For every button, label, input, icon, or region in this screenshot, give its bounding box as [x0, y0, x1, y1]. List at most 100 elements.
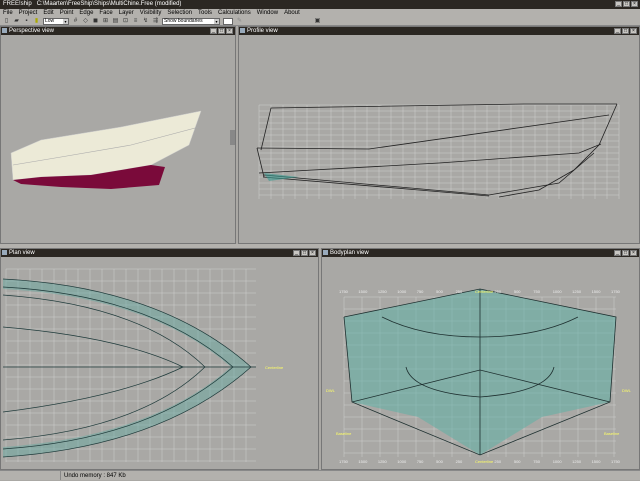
- bodyplan-canvas[interactable]: 1750 1750 1500 1500 1250 1250 1000 1000 750 750 50…: [322, 257, 640, 470]
- menu-face[interactable]: Face: [99, 9, 112, 17]
- tick-label: 1500: [592, 289, 602, 294]
- save-icon[interactable]: ▪: [23, 18, 30, 25]
- view-mode-select[interactable]: Show boundaries ▾: [162, 17, 220, 25]
- tick-label: 500: [436, 459, 443, 464]
- menu-project[interactable]: Project: [19, 9, 38, 17]
- shade-icon[interactable]: ◼: [92, 18, 99, 25]
- menu-tools[interactable]: Tools: [198, 9, 212, 17]
- hull-topside: [10, 110, 202, 181]
- undo-memory: Undo memory : 847 Kb: [60, 471, 126, 480]
- close-button[interactable]: ×: [226, 28, 233, 34]
- menu-edge[interactable]: Edge: [79, 9, 93, 17]
- menu-point[interactable]: Point: [60, 9, 74, 17]
- tick-label: 1500: [592, 459, 602, 464]
- dwl-label-right: DWL: [622, 388, 632, 393]
- tick-label: 500: [436, 289, 443, 294]
- pencil-icon[interactable]: ✎: [236, 18, 243, 25]
- minimize-button[interactable]: _: [293, 250, 300, 256]
- tick-label: 1750: [611, 459, 621, 464]
- tick-label: 500: [514, 459, 521, 464]
- grid-icon[interactable]: #: [72, 18, 79, 25]
- menu-file[interactable]: File: [3, 9, 13, 17]
- close-button[interactable]: ×: [309, 250, 316, 256]
- plan-view[interactable]: Plan view _ □ × Centerline: [0, 248, 319, 470]
- scrollbar[interactable]: [230, 130, 235, 145]
- tick-label: 1250: [378, 289, 388, 294]
- menu-bar: File Project Edit Point Edge Face Layer …: [0, 9, 640, 17]
- menu-visibility[interactable]: Visibility: [140, 9, 162, 17]
- tick-label: 1000: [553, 289, 563, 294]
- tick-label: 1500: [358, 459, 368, 464]
- menu-about[interactable]: About: [284, 9, 300, 17]
- tick-label: 750: [533, 459, 540, 464]
- tick-label: 1000: [397, 459, 407, 464]
- minimize-button[interactable]: _: [210, 28, 217, 34]
- tick-label: 750: [417, 459, 424, 464]
- menu-calculations[interactable]: Calculations: [218, 9, 251, 17]
- perspective-canvas[interactable]: [1, 35, 236, 244]
- lock-icon[interactable]: ▣: [314, 18, 321, 25]
- minimize-button[interactable]: _: [615, 1, 622, 7]
- menu-selection[interactable]: Selection: [167, 9, 192, 17]
- tick-label: 500: [514, 289, 521, 294]
- control-net-icon[interactable]: ⊡: [122, 18, 129, 25]
- profile-canvas[interactable]: [239, 35, 640, 244]
- perspective-view[interactable]: Perspective view _ □ ×: [0, 26, 236, 244]
- flowlines-icon[interactable]: ⇶: [152, 18, 159, 25]
- tick-label: Centerline: [475, 289, 494, 294]
- plan-canvas[interactable]: Centerline: [1, 257, 319, 470]
- new-file-icon[interactable]: ▯: [3, 18, 10, 25]
- wireframe-icon[interactable]: ◇: [82, 18, 89, 25]
- maximize-button[interactable]: □: [622, 250, 629, 256]
- app-name: FREE!ship: [3, 1, 32, 7]
- tick-label: 1750: [339, 289, 349, 294]
- dwl-label-left: DWL: [326, 388, 336, 393]
- bodyplan-view[interactable]: Bodyplan view _ □ × 1750 1750 1500 1500 1250 12…: [321, 248, 640, 470]
- tick-label: 250: [456, 459, 463, 464]
- curvature-icon[interactable]: ⊞: [102, 18, 109, 25]
- tick-label: Centerline: [475, 459, 494, 464]
- close-button[interactable]: ×: [630, 250, 637, 256]
- panel-title: Bodyplan view: [330, 250, 369, 256]
- stations-icon[interactable]: ≡: [132, 18, 139, 25]
- hull-mesh: [3, 279, 251, 457]
- tick-label: 750: [533, 289, 540, 294]
- layer-icon[interactable]: ▤: [112, 18, 119, 25]
- menu-layer[interactable]: Layer: [119, 9, 134, 17]
- close-button[interactable]: ×: [631, 1, 638, 7]
- maximize-button[interactable]: □: [622, 28, 629, 34]
- minimize-button[interactable]: _: [614, 28, 621, 34]
- panel-title: Plan view: [9, 250, 35, 256]
- menu-window[interactable]: Window: [257, 9, 278, 17]
- status-bar: Undo memory : 847 Kb: [0, 470, 640, 480]
- color-box[interactable]: [223, 17, 233, 25]
- maximize-button[interactable]: □: [623, 1, 630, 7]
- buttocks-icon[interactable]: ↯: [142, 18, 149, 25]
- tick-label: 1250: [572, 289, 582, 294]
- baseline-label-left: Baseline: [336, 431, 352, 436]
- window-icon: [2, 250, 7, 255]
- tick-label: 750: [417, 289, 424, 294]
- maximize-button[interactable]: □: [301, 250, 308, 256]
- panel-title: Profile view: [247, 28, 278, 34]
- minimize-button[interactable]: _: [614, 250, 621, 256]
- menu-edit[interactable]: Edit: [43, 9, 53, 17]
- tick-label: 1750: [339, 459, 349, 464]
- chevron-down-icon: ▾: [63, 18, 68, 24]
- baseline-label-right: Baseline: [604, 431, 620, 436]
- profile-view[interactable]: Profile view _ □ ×: [238, 26, 640, 244]
- tick-label: 1750: [611, 289, 621, 294]
- title-bar: FREE!ship C:\Maarten\FreeShip\Ships\Mult…: [0, 0, 640, 9]
- tick-label: 250: [494, 289, 501, 294]
- window-icon: [2, 28, 7, 33]
- centerline-label: Centerline: [265, 365, 284, 370]
- close-button[interactable]: ×: [630, 28, 637, 34]
- tick-label: 1250: [572, 459, 582, 464]
- open-file-icon[interactable]: ▰: [13, 18, 20, 25]
- tick-label: 1000: [553, 459, 563, 464]
- file-path: C:\Maarten\FreeShip\Ships\MultiChine.Fre…: [36, 1, 182, 7]
- tick-label: 1250: [378, 459, 388, 464]
- maximize-button[interactable]: □: [218, 28, 225, 34]
- precision-select[interactable]: Low ▾: [43, 17, 69, 25]
- export-icon[interactable]: ▮: [33, 18, 40, 25]
